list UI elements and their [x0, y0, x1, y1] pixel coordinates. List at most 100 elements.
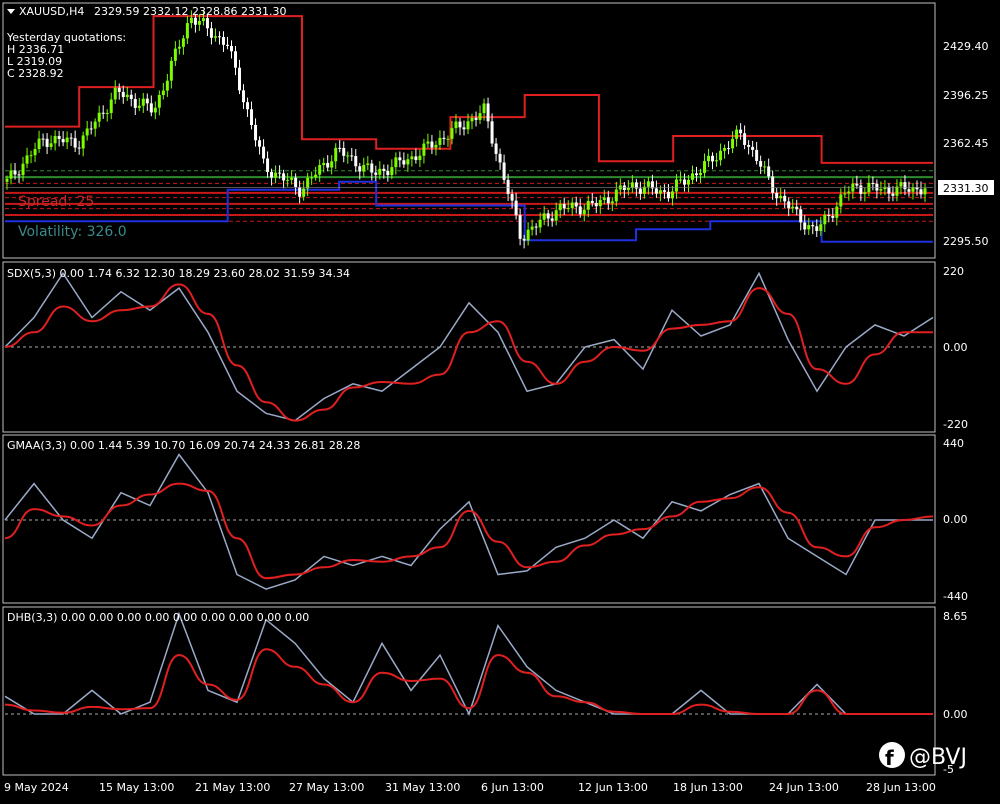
candle-body [113, 87, 117, 100]
candle-body [362, 164, 366, 172]
candle-body [45, 138, 49, 147]
candle-body [602, 197, 606, 200]
gmaa-pane-frame[interactable] [2, 434, 936, 604]
candle-body [923, 188, 927, 195]
candle-body [875, 183, 879, 191]
candle-body [550, 218, 554, 221]
candle-body [775, 192, 779, 199]
candle-body [522, 238, 526, 241]
candle-body [767, 166, 771, 177]
candle-body [193, 17, 197, 25]
trading-chart[interactable]: XAUUSD,H4 2329.59 2332.12 2328.86 2331.3… [0, 0, 1000, 800]
candle-body [294, 177, 298, 188]
candle-body [574, 202, 578, 207]
candle-body [703, 161, 707, 173]
price-pane-frame[interactable] [2, 2, 936, 259]
candle-body [787, 201, 791, 209]
candle-body [129, 94, 133, 99]
candle-body [77, 147, 81, 149]
time-tick: 31 May 13:00 [385, 781, 460, 794]
candle-body [125, 94, 129, 98]
candle-body [386, 170, 390, 176]
candle-body [558, 204, 562, 211]
candle-body [819, 224, 823, 231]
candle-body [185, 23, 189, 39]
candle-body [859, 185, 863, 194]
candle-body [839, 194, 843, 207]
candle-body [286, 179, 290, 181]
candle-body [883, 186, 887, 190]
candle-body [835, 206, 839, 218]
candle-body [831, 215, 835, 218]
price-tick: 2396.25 [943, 89, 989, 102]
candle-body [61, 138, 65, 143]
candle-body [815, 226, 819, 231]
candle-body [494, 143, 498, 154]
dhb-pane-frame[interactable] [2, 606, 936, 776]
candle-body [771, 176, 775, 193]
candle-body [350, 155, 354, 157]
candle-body [743, 133, 747, 145]
candle-body [418, 155, 422, 161]
candle-body [105, 112, 109, 114]
candle-body [9, 170, 13, 179]
signal-line [4, 611, 933, 716]
candle-body [891, 193, 895, 196]
candle-body [650, 181, 654, 189]
price-tick: 2362.45 [943, 137, 989, 150]
candle-body [811, 225, 815, 227]
candle-body [93, 121, 97, 129]
candle-body [177, 46, 181, 49]
candle-body [302, 188, 306, 197]
candle-body [799, 209, 803, 223]
candle-body [783, 195, 787, 202]
candle-body [310, 177, 314, 179]
candle-body [382, 168, 386, 171]
candle-body [69, 137, 73, 139]
candle-body [662, 190, 666, 192]
candle-body [161, 90, 165, 96]
sdx-tick: 0.00 [943, 341, 968, 354]
time-tick: 27 May 13:00 [289, 781, 364, 794]
candle-body [731, 138, 735, 149]
candle-body [719, 150, 723, 161]
candle-body [450, 128, 454, 139]
candle-body [266, 158, 270, 172]
spread-label: Spread: 25 [18, 194, 94, 210]
candle-body [638, 188, 642, 194]
triangle-down-icon[interactable] [7, 9, 15, 14]
candle-body [137, 105, 141, 108]
candle-body [586, 200, 590, 210]
candle-body [670, 191, 674, 199]
candle-body [466, 121, 470, 130]
candle-body [334, 147, 338, 162]
candle-body [414, 156, 418, 161]
dhb-tick: 0.00 [943, 708, 968, 721]
candle-body [843, 193, 847, 195]
candle-body [907, 189, 911, 192]
candle-body [29, 155, 33, 157]
svg-text:f: f [885, 746, 894, 770]
candle-body [41, 138, 45, 140]
candle-body [739, 129, 743, 134]
candle-body [554, 210, 558, 221]
candle-body [899, 182, 903, 187]
candle-body [506, 179, 510, 195]
candle-body [582, 209, 586, 215]
candle-body [570, 202, 574, 209]
candle-body [33, 149, 37, 156]
candle-body [153, 107, 157, 113]
candle-body [827, 214, 831, 216]
time-tick: 18 Jun 13:00 [673, 781, 743, 794]
candle-body [81, 135, 85, 149]
candle-body [422, 143, 426, 156]
candle-body [254, 124, 258, 141]
candle-body [53, 136, 57, 144]
candle-body [803, 222, 807, 230]
candle-body [238, 67, 242, 91]
candle-body [13, 170, 17, 175]
candle-body [5, 178, 9, 182]
candle-body [791, 206, 795, 209]
candle-body [690, 173, 694, 180]
candle-body [402, 160, 406, 165]
